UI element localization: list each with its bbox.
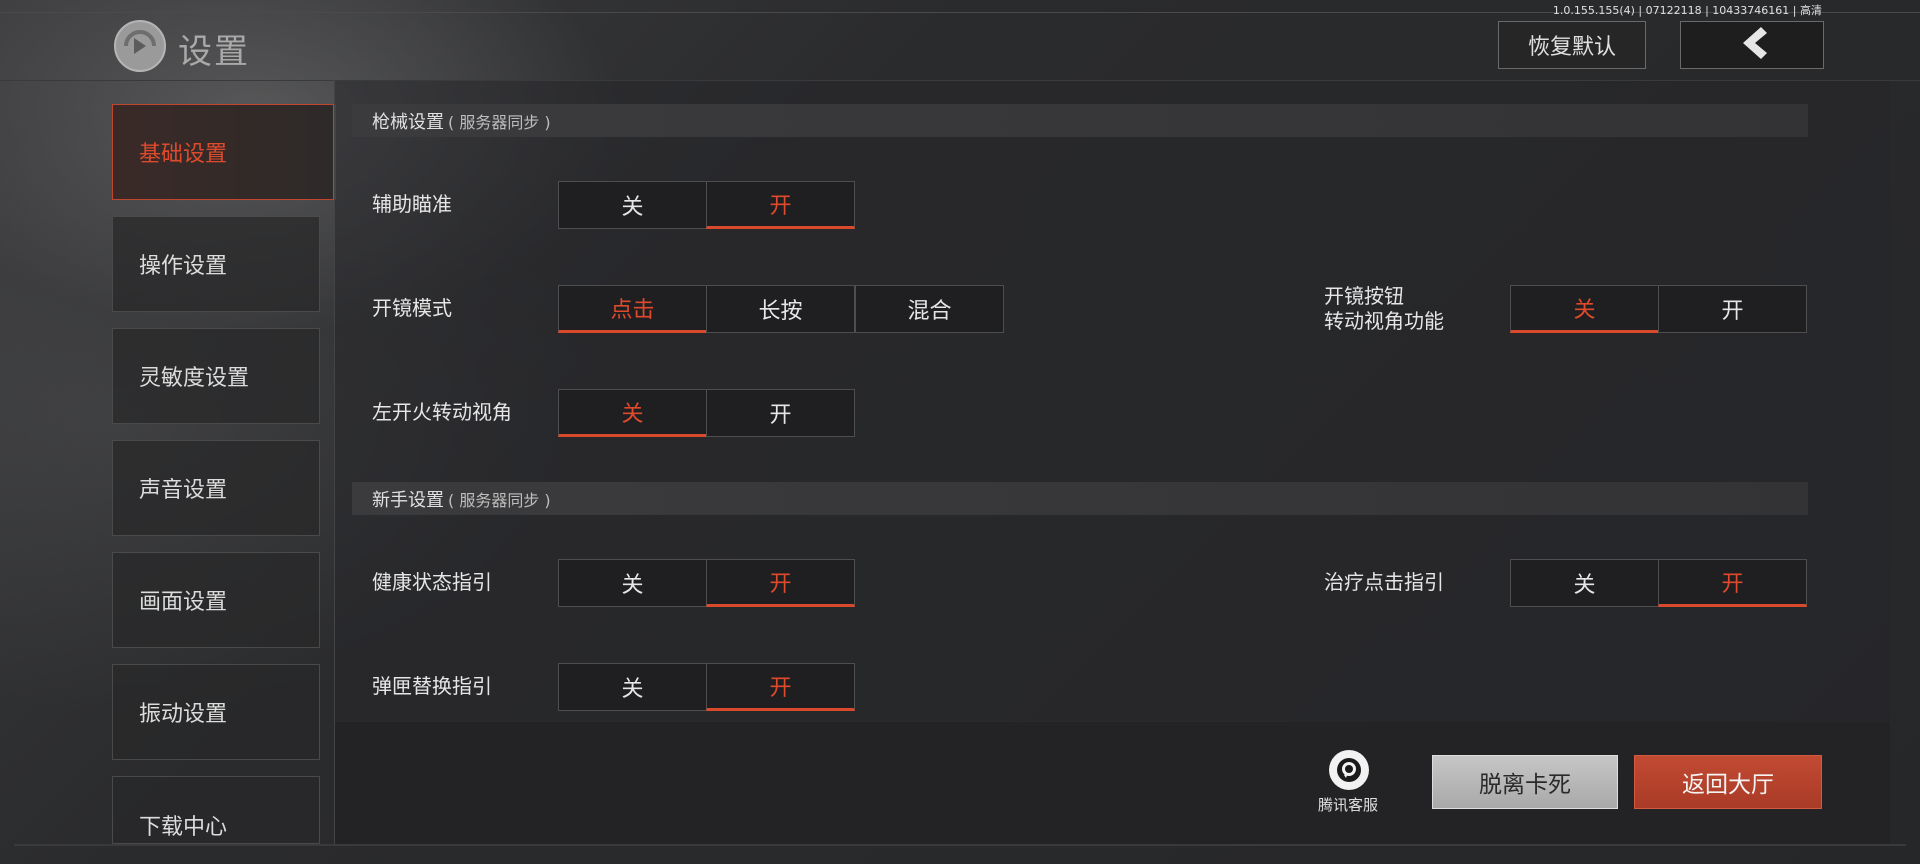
customer-service-icon [1329,750,1369,790]
section-note: ( 服务器同步 ) [448,490,551,510]
customer-service-button[interactable]: 腾讯客服 [1312,750,1384,814]
sidebar-item-controls[interactable]: 操作设置 [112,216,320,312]
chevron-left-icon [1735,25,1769,65]
scope-button-rotate-on[interactable]: 开 [1658,285,1807,333]
mag-swap-guide-off[interactable]: 关 [558,663,707,711]
left-fire-rotate-off[interactable]: 关 [558,389,707,437]
bottom-divider [14,844,1906,846]
heal-click-guide-off[interactable]: 关 [1510,559,1659,607]
back-button[interactable] [1680,21,1824,69]
restore-default-button[interactable]: 恢复默认 [1498,21,1646,69]
heal-click-guide-on[interactable]: 开 [1658,559,1807,607]
health-guide-label: 健康状态指引 [372,570,492,594]
section-title: 枪械设置 [372,111,444,133]
aim-assist-on[interactable]: 开 [706,181,855,229]
section-header-firearm: 枪械设置 ( 服务器同步 ) [352,104,1808,137]
scope-mode-hold[interactable]: 长按 [706,285,855,333]
label-line: 开镜按钮 [1324,284,1404,308]
sidebar-item-download[interactable]: 下载中心 [112,776,320,844]
sidebar-item-vibration[interactable]: 振动设置 [112,664,320,760]
mag-swap-guide-on[interactable]: 开 [706,663,855,711]
unstuck-button[interactable]: 脱离卡死 [1432,755,1618,809]
aim-assist-off[interactable]: 关 [558,181,707,229]
heal-click-guide-label: 治疗点击指引 [1324,570,1444,594]
scope-mode-label: 开镜模式 [372,296,452,320]
left-fire-rotate-on[interactable]: 开 [706,389,855,437]
version-info: 1.0.155.155(4) | 07122118 | 10433746161 … [1552,4,1822,17]
health-guide-off[interactable]: 关 [558,559,707,607]
customer-service-label: 腾讯客服 [1317,796,1378,814]
scope-button-rotate-off[interactable]: 关 [1510,285,1659,333]
scope-button-rotate-label: 开镜按钮 转动视角功能 [1324,284,1444,334]
scope-mode-tap[interactable]: 点击 [558,285,707,333]
return-lobby-button[interactable]: 返回大厅 [1634,755,1822,809]
health-guide-on[interactable]: 开 [706,559,855,607]
sidebar-item-graphics[interactable]: 画面设置 [112,552,320,648]
section-title: 新手设置 [372,489,444,511]
section-header-newbie: 新手设置 ( 服务器同步 ) [352,482,1808,515]
left-fire-rotate-label: 左开火转动视角 [372,400,512,424]
sidebar-item-basic[interactable]: 基础设置 [112,104,336,200]
page-title: 设置 [178,32,250,72]
section-note: ( 服务器同步 ) [448,112,551,132]
mag-swap-guide-label: 弹匣替换指引 [372,674,492,698]
label-line: 转动视角功能 [1324,309,1444,333]
logo-icon [112,18,168,74]
sidebar-item-sensitivity[interactable]: 灵敏度设置 [112,328,320,424]
scope-mode-mixed[interactable]: 混合 [855,285,1004,333]
aim-assist-label: 辅助瞄准 [372,192,452,216]
sidebar-item-label: 下载中心 [139,815,228,840]
sidebar-item-sound[interactable]: 声音设置 [112,440,320,536]
